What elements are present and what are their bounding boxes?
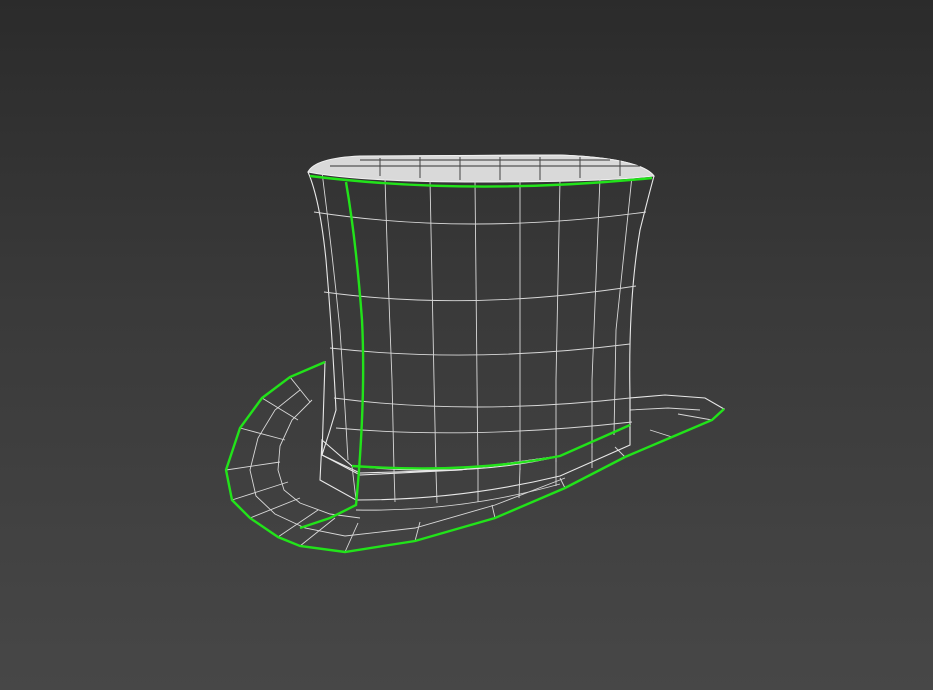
selected-edge-loop[interactable] xyxy=(224,174,725,554)
hat-band[interactable] xyxy=(319,424,631,501)
viewport-scene[interactable] xyxy=(0,0,933,690)
selected-edge-vertical[interactable] xyxy=(299,181,365,530)
hat-top-lid[interactable] xyxy=(307,154,655,183)
top-hat-mesh[interactable] xyxy=(224,154,725,554)
hat-crown[interactable] xyxy=(307,154,655,476)
3d-viewport[interactable] xyxy=(0,0,933,690)
